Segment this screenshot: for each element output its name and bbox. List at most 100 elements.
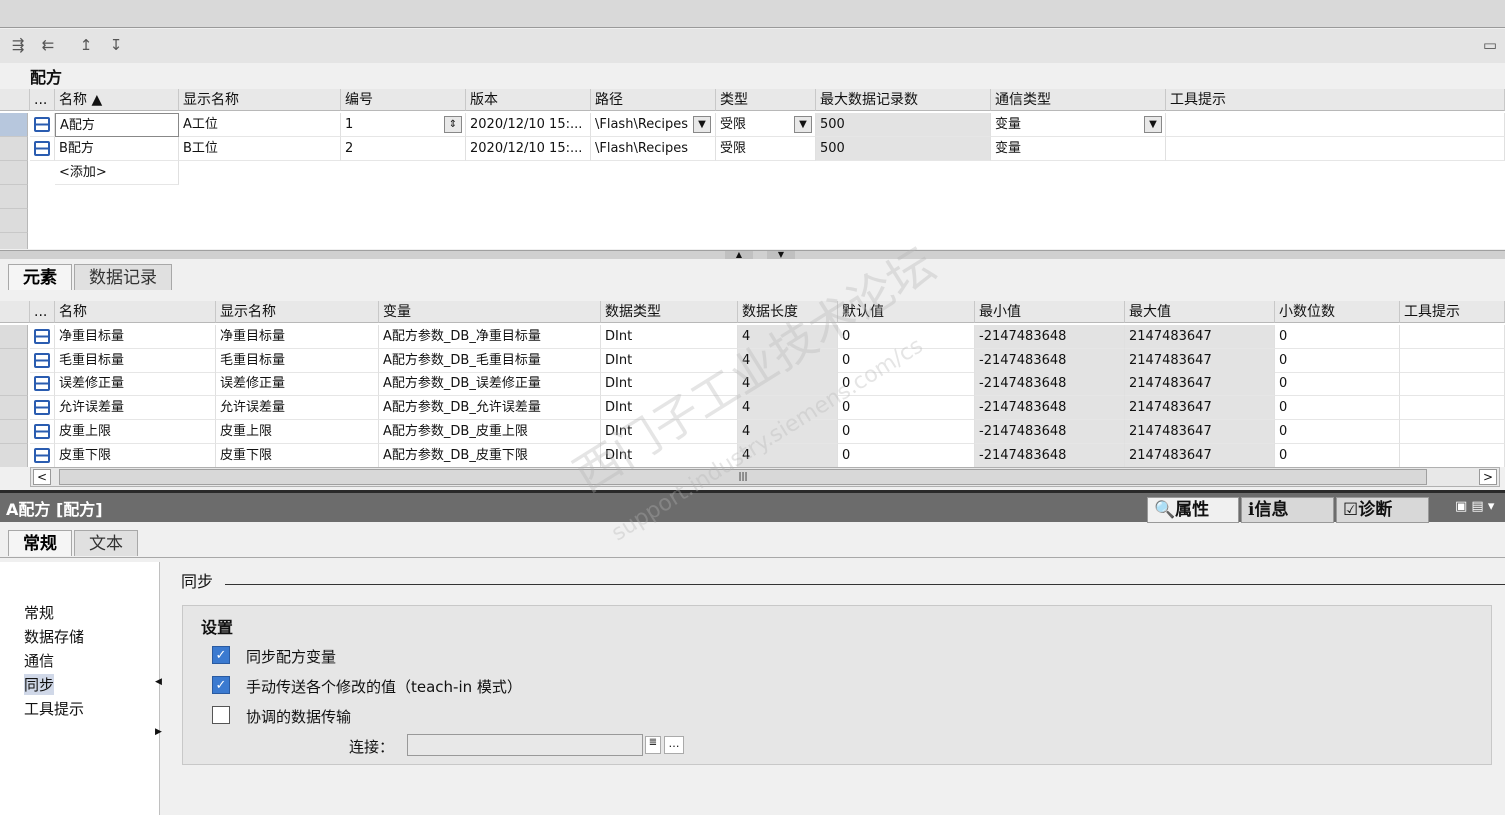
table-cell[interactable]: 500: [816, 137, 991, 161]
table-cell[interactable]: 2147483647: [1125, 348, 1275, 373]
dropdown-icon[interactable]: ▼: [794, 116, 812, 133]
table-cell[interactable]: 净重目标量: [55, 325, 216, 349]
nav-item-sync[interactable]: 同步: [24, 674, 55, 695]
table-cell[interactable]: DInt: [601, 325, 738, 349]
tab-info[interactable]: ℹ信息: [1241, 497, 1334, 523]
table-cell[interactable]: A配方参数_DB_净重目标量: [379, 325, 601, 349]
table-cell[interactable]: 1 ⇕: [341, 113, 466, 137]
table-cell[interactable]: -2147483648: [975, 348, 1125, 373]
import-icon[interactable]: ⇇: [38, 35, 58, 55]
table-cell[interactable]: 2147483647: [1125, 325, 1275, 349]
collapse-down-icon[interactable]: ▼: [767, 251, 795, 259]
dropdown-icon[interactable]: ▼: [693, 116, 711, 133]
collapse-up-icon[interactable]: ▲: [725, 251, 753, 259]
tab-properties[interactable]: 🔍属性: [1147, 497, 1239, 523]
table-cell[interactable]: 误差修正量: [55, 372, 216, 397]
col-header[interactable]: 最大数据记录数: [816, 89, 991, 111]
table-cell[interactable]: 毛重目标量: [55, 348, 216, 373]
table-cell[interactable]: 变量 ▼: [991, 113, 1166, 137]
table-cell[interactable]: 皮重上限: [55, 419, 216, 444]
col-header[interactable]: 数据长度: [738, 301, 838, 323]
col-header[interactable]: 小数位数: [1275, 301, 1400, 323]
table-cell[interactable]: 0: [838, 325, 975, 349]
row-selector[interactable]: [0, 325, 28, 349]
scroll-left-icon[interactable]: <: [33, 469, 51, 485]
nav-item-tooltip[interactable]: 工具提示: [24, 698, 84, 719]
spinner-icon[interactable]: ⇕: [444, 116, 462, 133]
row-selector[interactable]: [0, 443, 28, 467]
tab-text[interactable]: 文本: [74, 530, 138, 556]
table-cell[interactable]: 0: [838, 396, 975, 421]
table-cell[interactable]: 4: [738, 372, 838, 397]
table-cell[interactable]: 毛重目标量: [216, 348, 379, 373]
col-header[interactable]: 通信类型: [991, 89, 1166, 111]
export-icon[interactable]: ⇶: [8, 35, 28, 55]
table-cell[interactable]: A工位: [179, 113, 341, 137]
table-cell[interactable]: [1400, 419, 1505, 444]
table-cell[interactable]: \Flash\Recipes: [591, 137, 716, 161]
table-cell[interactable]: 0: [1275, 443, 1400, 467]
table-cell[interactable]: 2147483647: [1125, 396, 1275, 421]
table-cell[interactable]: A配方参数_DB_皮重上限: [379, 419, 601, 444]
table-cell[interactable]: 皮重下限: [216, 443, 379, 467]
row-selector[interactable]: [0, 396, 28, 421]
table-cell[interactable]: 0: [1275, 325, 1400, 349]
col-header[interactable]: 类型: [716, 89, 816, 111]
table-cell[interactable]: 0: [838, 372, 975, 397]
add-recipe-row[interactable]: <添加>: [55, 161, 179, 185]
row-selector[interactable]: [0, 372, 28, 397]
table-cell[interactable]: B配方: [55, 137, 179, 161]
table-cell[interactable]: 4: [738, 443, 838, 467]
table-cell[interactable]: 2147483647: [1125, 443, 1275, 467]
table-cell[interactable]: 500: [816, 113, 991, 137]
col-header[interactable]: 工具提示: [1400, 301, 1505, 323]
move-up-icon[interactable]: ↥: [76, 35, 96, 55]
teach-in-checkbox[interactable]: ✓: [212, 676, 230, 694]
col-header[interactable]: 名称: [55, 301, 216, 323]
table-cell[interactable]: 0: [1275, 396, 1400, 421]
table-cell[interactable]: [1400, 443, 1505, 467]
table-cell[interactable]: 0: [1275, 348, 1400, 373]
table-cell[interactable]: [1400, 348, 1505, 373]
row-selector[interactable]: [0, 419, 28, 444]
col-header[interactable]: 版本: [466, 89, 591, 111]
table-cell[interactable]: 4: [738, 396, 838, 421]
col-header[interactable]: 数据类型: [601, 301, 738, 323]
table-cell[interactable]: \Flash\Recipes ▼: [591, 113, 716, 137]
table-cell[interactable]: 受限 ▼: [716, 113, 816, 137]
table-cell[interactable]: 变量: [991, 137, 1166, 161]
table-cell[interactable]: -2147483648: [975, 443, 1125, 467]
table-cell[interactable]: -2147483648: [975, 325, 1125, 349]
table-cell[interactable]: 0: [1275, 372, 1400, 397]
table-cell[interactable]: 0: [838, 419, 975, 444]
col-header[interactable]: 编号: [341, 89, 466, 111]
connection-input[interactable]: [407, 734, 643, 756]
table-cell[interactable]: DInt: [601, 443, 738, 467]
scroll-thumb[interactable]: |||: [59, 469, 1427, 485]
col-header[interactable]: 路径: [591, 89, 716, 111]
table-cell[interactable]: 允许误差量: [216, 396, 379, 421]
table-cell[interactable]: DInt: [601, 372, 738, 397]
sync-recipe-tags-checkbox[interactable]: ✓: [212, 646, 230, 664]
table-cell[interactable]: [1400, 372, 1505, 397]
nav-item-general[interactable]: 常规: [24, 602, 54, 623]
table-cell[interactable]: 4: [738, 419, 838, 444]
table-cell[interactable]: -2147483648: [975, 419, 1125, 444]
row-selector[interactable]: [0, 137, 28, 161]
table-cell[interactable]: B工位: [179, 137, 341, 161]
tab-elements[interactable]: 元素: [8, 264, 72, 290]
table-cell[interactable]: 净重目标量: [216, 325, 379, 349]
dropdown-icon[interactable]: ▼: [1144, 116, 1162, 133]
col-header[interactable]: ...: [30, 301, 55, 323]
table-cell[interactable]: 受限: [716, 137, 816, 161]
window-restore-icon[interactable]: ▣ ▤ ▾: [1455, 499, 1494, 514]
table-cell[interactable]: [1166, 113, 1505, 137]
tab-general[interactable]: 常规: [8, 530, 72, 556]
col-header[interactable]: ...: [30, 89, 55, 111]
table-cell[interactable]: 4: [738, 348, 838, 373]
row-selector[interactable]: [0, 113, 28, 137]
move-down-icon[interactable]: ↧: [106, 35, 126, 55]
table-cell[interactable]: -2147483648: [975, 396, 1125, 421]
table-cell[interactable]: A配方参数_DB_允许误差量: [379, 396, 601, 421]
table-cell[interactable]: 误差修正量: [216, 372, 379, 397]
